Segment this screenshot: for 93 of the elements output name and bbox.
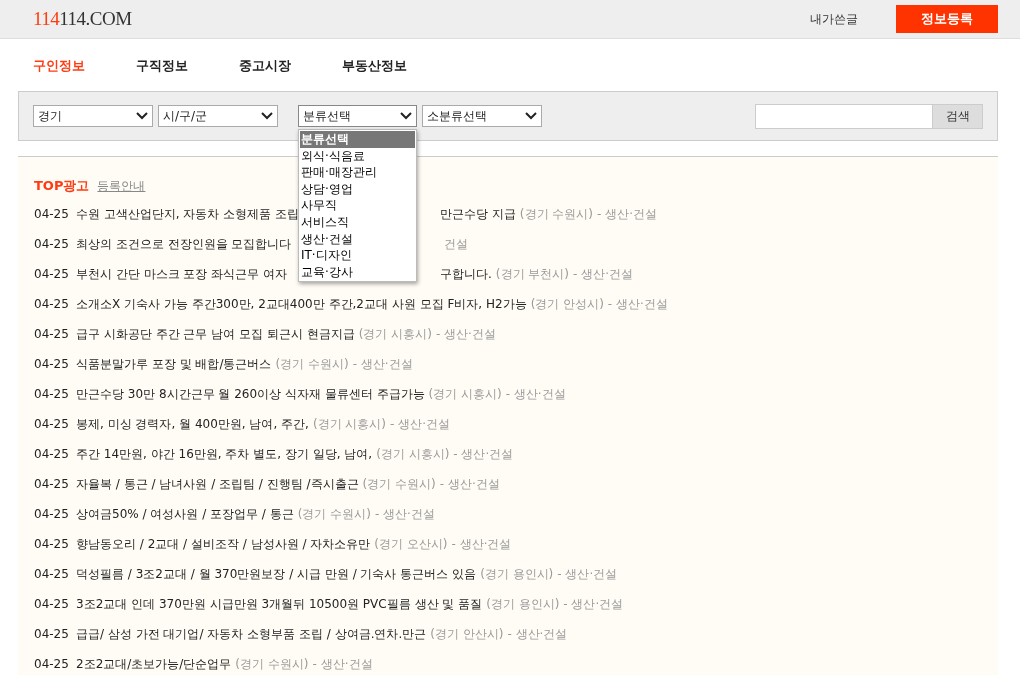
listing-category: - 생산·건설 xyxy=(597,205,657,223)
listing-category: 건설 xyxy=(444,235,468,253)
listing-category: - 생산·건설 xyxy=(352,355,413,373)
listing-date: 04-25 xyxy=(34,355,68,373)
listing-date: 04-25 xyxy=(34,415,68,433)
dropdown-option[interactable]: 상담·영업 xyxy=(300,180,415,198)
listing-title[interactable]: 상여금50% / 여성사원 / 포장업무 / 통근 xyxy=(76,504,294,523)
nav-tab[interactable]: 부동산정보 xyxy=(342,56,407,76)
listing-date: 04-25 xyxy=(34,505,68,523)
listing-category: - 생산·건설 xyxy=(312,655,373,673)
dropdown-option[interactable]: 판매·매장관리 xyxy=(300,164,415,181)
dropdown-option[interactable]: IT·디자인 xyxy=(300,247,415,264)
listing-title[interactable]: 향남동오리 / 2교대 / 설비조작 / 남성사원 / 자차소유만 xyxy=(76,534,371,553)
listing-date: 04-25 xyxy=(34,235,68,253)
caret-icon xyxy=(261,112,273,120)
listing-location: (경기 시흥시) xyxy=(358,325,432,343)
listing-title[interactable]: 3조2교대 인데 370만원 시급만원 3개월뒤 10500원 PVC필름 생산 및 품질 xyxy=(76,594,483,613)
listing-location: (경기 안산시) xyxy=(430,625,504,643)
nav-tab[interactable]: 구직정보 xyxy=(136,56,188,76)
listing-location: (경기 수원시) xyxy=(362,475,436,493)
listing-category: - 생산·건설 xyxy=(390,415,451,433)
select-field[interactable]: 시/구/군 xyxy=(158,105,278,127)
listing-date: 04-25 xyxy=(34,205,68,223)
dropdown-option[interactable]: 서비스직 xyxy=(300,213,415,231)
nav-tab[interactable]: 중고시장 xyxy=(239,56,291,76)
listing-category: - 생산·건설 xyxy=(374,505,435,523)
listing-category: - 생산·건설 xyxy=(557,565,618,583)
listing-title[interactable]: 급급/ 삼성 가전 대기업/ 자동차 소형부품 조립 / 상여금.연차.만근 xyxy=(76,624,427,643)
caret-icon xyxy=(525,112,537,120)
listing-location: (경기 수원시) xyxy=(235,655,309,673)
listing-date: 04-25 xyxy=(34,385,68,403)
listing-title[interactable]: 주간 14만원, 야간 16만원, 주차 별도, 장기 일당, 남여, xyxy=(76,444,373,463)
listing-location: (경기 시흥시) xyxy=(428,385,502,403)
dropdown-option[interactable]: 생산·건설 xyxy=(300,230,415,248)
listing-location: (경기 안성시) xyxy=(530,295,604,313)
listing-date: 04-25 xyxy=(34,265,68,283)
dropdown-option[interactable]: 교육·강사 xyxy=(300,263,415,281)
listing-location: (경기 시흥시) xyxy=(376,445,450,463)
listing-location: (경기 용인시) xyxy=(480,565,554,583)
listing-date: 04-25 xyxy=(34,475,68,493)
select-field[interactable]: 분류선택 xyxy=(298,105,417,127)
listing-date: 04-25 xyxy=(34,595,68,613)
listing-location: (경기 오산시) xyxy=(374,535,448,553)
listing-date: 04-25 xyxy=(34,655,68,673)
listing-category: - 생산·건설 xyxy=(439,475,500,493)
listing-category: - 생산·건설 xyxy=(607,295,668,313)
listing-category: - 생산·건설 xyxy=(435,325,496,343)
listing-title[interactable]: 만근수당 지급 xyxy=(440,204,516,223)
listing-title[interactable]: 최상의 조건으로 전장인원을 모집합니다 xyxy=(76,236,292,251)
site-logo[interactable]: 114114.COM xyxy=(33,4,132,34)
listing-category: - 생산·건설 xyxy=(573,265,633,283)
listing-title[interactable]: 소개소X 기숙사 가능 주간300만, 2교대400만 주간,2교대 사원 모집 F비자, H2가능 xyxy=(76,294,527,313)
select-field[interactable]: 소분류선택 xyxy=(422,105,542,127)
listing-date: 04-25 xyxy=(34,625,68,643)
listing-category: - 생산·건설 xyxy=(451,535,512,553)
listing-location: (경기 수원시) xyxy=(275,355,349,373)
listing-title[interactable]: 부천시 간단 마스크 포장 좌식근무 여자 xyxy=(76,266,288,281)
listing-title[interactable]: 2조2교대/초보가능/단순업무 xyxy=(76,654,232,673)
listing-title[interactable]: 급구 시화공단 주간 근무 남여 모집 퇴근시 현금지급 xyxy=(76,324,355,343)
listing-location: (경기 부천시) xyxy=(495,265,569,283)
caret-icon xyxy=(400,112,412,120)
listing-location: (경기 수원시) xyxy=(519,205,593,223)
listing-title[interactable]: 자율복 / 통근 / 남녀사원 / 조립팀 / 진행팀 /즉시출근 xyxy=(76,474,359,493)
search-button[interactable]: 검색 xyxy=(933,103,983,129)
listing-title[interactable]: 덕성필름 / 3조2교대 / 월 370만원보장 / 시급 만원 / 기숙사 통근버스 있음 xyxy=(76,564,477,583)
listing-title[interactable]: 봉제, 미싱 경력자, 월 400만원, 남여, 주간, xyxy=(76,414,309,433)
my-posts-link[interactable]: 내가쓴글 xyxy=(810,10,858,28)
listing-location: (경기 용인시) xyxy=(486,595,560,613)
section-title: TOP광고 xyxy=(34,177,90,195)
listing-date: 04-25 xyxy=(34,445,68,463)
register-button[interactable]: 정보등록 xyxy=(896,5,998,33)
listing-title[interactable]: 식품분말가루 포장 및 배합/통근버스 xyxy=(76,354,272,373)
select-field[interactable]: 경기 xyxy=(33,105,153,127)
nav-tab[interactable]: 구인정보 xyxy=(33,56,85,76)
caret-icon xyxy=(136,112,148,120)
search-field[interactable] xyxy=(755,103,933,129)
listing-title[interactable]: 수원 고색산업단지, 자동차 소형제품 조립 xyxy=(76,206,300,221)
listing-date: 04-25 xyxy=(34,325,68,343)
listing-title[interactable]: 만근수당 30만 8시간근무 월 260이상 식자재 물류센터 주급가능 xyxy=(76,384,425,403)
listing-title[interactable]: 구합니다. xyxy=(440,264,492,283)
listing-date: 04-25 xyxy=(34,565,68,583)
listing-category: - 생산·건설 xyxy=(453,445,514,463)
guide-link[interactable]: 등록안내 xyxy=(97,177,146,195)
listing-date: 04-25 xyxy=(34,295,68,313)
listing-location: (경기 수원시) xyxy=(297,505,371,523)
dropdown-option[interactable]: 분류선택 xyxy=(300,131,415,148)
listing-category: - 생산·건설 xyxy=(507,625,568,643)
dropdown-option[interactable]: 사무직 xyxy=(300,197,415,214)
listing-location: (경기 시흥시) xyxy=(312,415,387,433)
listing-category: - 생산·건설 xyxy=(505,385,566,403)
dropdown-option[interactable]: 외식·식음료 xyxy=(300,147,415,165)
listing-category: - 생산·건설 xyxy=(563,595,624,613)
listing-date: 04-25 xyxy=(34,535,68,553)
